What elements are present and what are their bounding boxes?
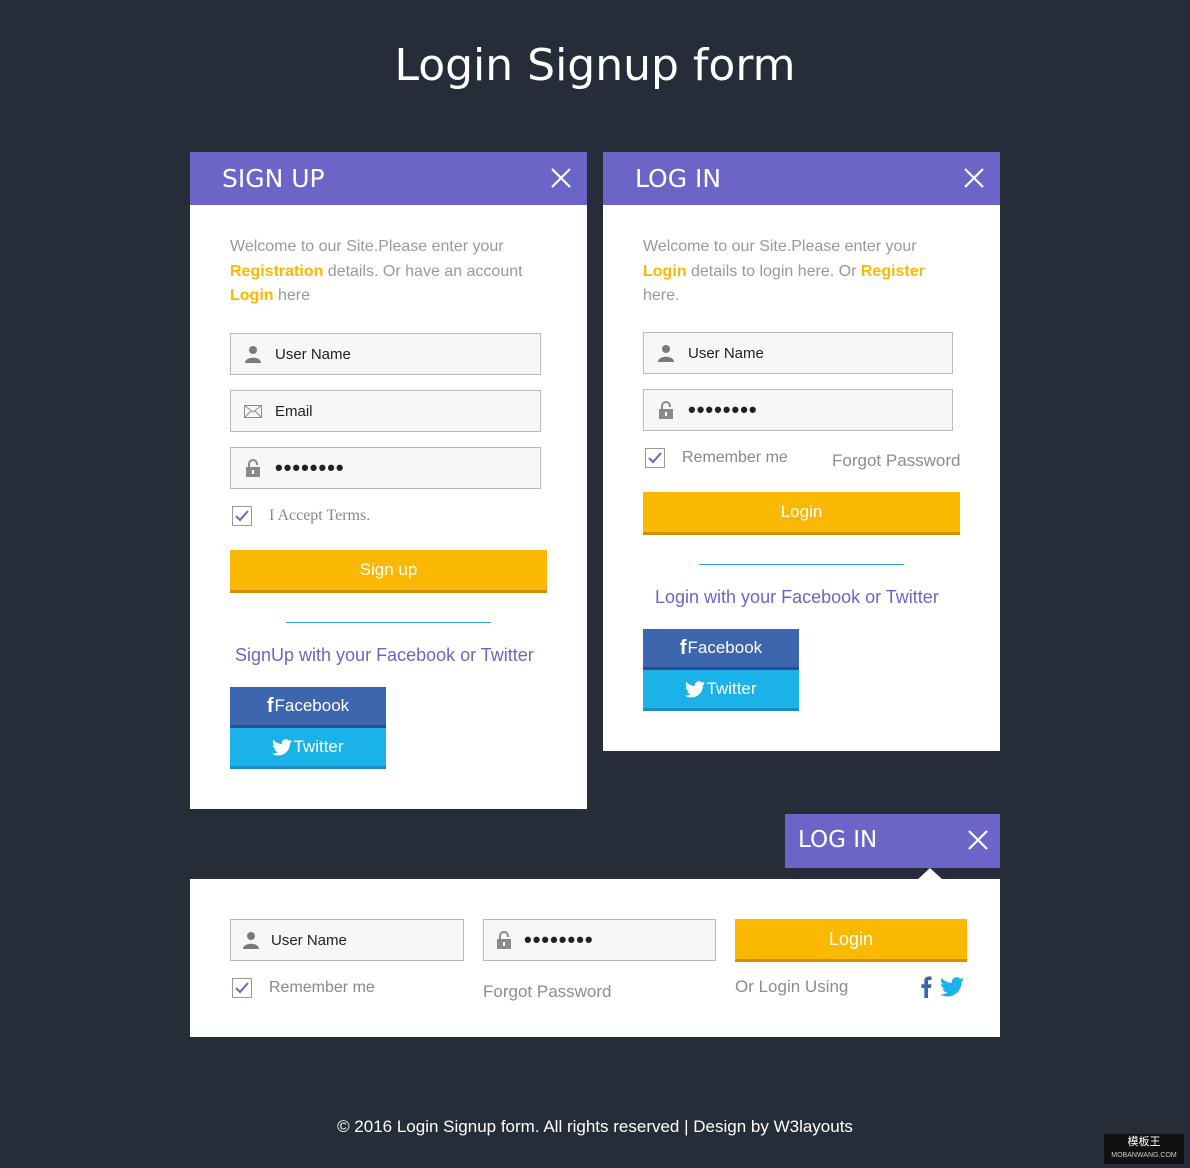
login-link[interactable]: Login bbox=[230, 287, 274, 304]
facebook-icon[interactable] bbox=[920, 976, 932, 998]
user-icon bbox=[231, 920, 271, 960]
signup-title: SIGN UP bbox=[222, 164, 325, 193]
forgot-password-link[interactable]: Forgot Password bbox=[832, 451, 961, 471]
password-input[interactable] bbox=[275, 449, 525, 487]
signup-header: SIGN UP bbox=[190, 152, 587, 205]
intro-text: here. bbox=[643, 287, 680, 304]
signup-social-text: SignUp with your Facebook or Twitter bbox=[235, 645, 534, 665]
watermark-line1: 模板王 bbox=[1127, 1136, 1161, 1148]
facebook-button[interactable]: f Facebook bbox=[643, 629, 799, 670]
login-button[interactable]: Login bbox=[643, 492, 960, 535]
inline-username-field bbox=[230, 919, 464, 961]
envelope-icon bbox=[231, 391, 275, 431]
twitter-button[interactable]: Twitter bbox=[230, 728, 386, 769]
close-icon[interactable] bbox=[549, 166, 573, 190]
twitter-button[interactable]: Twitter bbox=[643, 670, 799, 711]
remember-label: Remember me bbox=[269, 979, 375, 996]
user-icon bbox=[231, 334, 275, 374]
twitter-label: Twitter bbox=[293, 737, 344, 756]
login-link[interactable]: Login bbox=[643, 263, 687, 280]
password-input[interactable] bbox=[524, 921, 704, 959]
twitter-label: Twitter bbox=[706, 679, 757, 698]
register-link[interactable]: Register bbox=[861, 263, 925, 280]
facebook-icon: f bbox=[266, 694, 274, 717]
login-panel: LOG IN Welcome to our Site.Please enter … bbox=[603, 152, 1000, 751]
lock-icon bbox=[644, 390, 688, 430]
page-title: Login Signup form bbox=[394, 40, 796, 91]
remember-checkbox[interactable] bbox=[645, 448, 665, 468]
signup-button[interactable]: Sign up bbox=[230, 550, 547, 593]
forgot-password-link[interactable]: Forgot Password bbox=[483, 982, 612, 1002]
lock-icon bbox=[231, 448, 275, 488]
intro-text: details to login here. Or bbox=[686, 262, 861, 280]
remember-label: Remember me bbox=[682, 449, 788, 466]
close-icon[interactable] bbox=[962, 166, 986, 190]
twitter-icon bbox=[272, 738, 293, 755]
remember-checkbox[interactable] bbox=[232, 978, 252, 998]
signup-email-field bbox=[230, 390, 541, 432]
terms-label: I Accept Terms. bbox=[269, 507, 371, 524]
divider bbox=[699, 564, 904, 565]
divider bbox=[286, 622, 491, 623]
facebook-label: Facebook bbox=[274, 696, 350, 715]
username-input[interactable] bbox=[688, 334, 938, 372]
watermark-logo: 模板王 MOBANWANG.COM bbox=[1104, 1134, 1184, 1164]
inline-login-title: LOG IN bbox=[798, 827, 878, 853]
login-header: LOG IN bbox=[603, 152, 1000, 205]
check-icon bbox=[235, 510, 249, 522]
registration-link[interactable]: Registration bbox=[230, 263, 323, 280]
inline-login-header: LOG IN bbox=[785, 814, 1000, 868]
check-icon bbox=[648, 452, 662, 464]
login-password-field bbox=[643, 389, 953, 431]
inline-login-panel: Login Remember me Forgot Password Or Log… bbox=[190, 879, 1000, 1037]
login-intro: Welcome to our Site.Please enter your Lo… bbox=[643, 235, 963, 309]
inline-password-field bbox=[483, 919, 716, 961]
inline-remember-row: Remember me bbox=[232, 978, 375, 998]
watermark-line2: MOBANWANG.COM bbox=[1111, 1152, 1177, 1159]
facebook-icon: f bbox=[679, 636, 687, 659]
social-icons bbox=[920, 976, 964, 998]
terms-checkbox[interactable] bbox=[232, 506, 252, 526]
intro-text: Welcome to our Site.Please enter your bbox=[643, 238, 917, 255]
remember-row: Remember me bbox=[645, 448, 788, 468]
login-title: LOG IN bbox=[635, 164, 722, 193]
lock-icon bbox=[484, 920, 524, 960]
facebook-button[interactable]: f Facebook bbox=[230, 687, 386, 728]
email-input[interactable] bbox=[275, 392, 525, 430]
twitter-icon[interactable] bbox=[940, 977, 964, 997]
intro-text: details. Or have an account bbox=[323, 262, 523, 280]
password-input[interactable] bbox=[688, 391, 938, 429]
signup-password-field bbox=[230, 447, 541, 489]
user-icon bbox=[644, 333, 688, 373]
username-input[interactable] bbox=[275, 335, 525, 373]
inline-login-button[interactable]: Login bbox=[735, 919, 967, 962]
username-input[interactable] bbox=[271, 921, 451, 959]
signup-panel: SIGN UP Welcome to our Site.Please enter… bbox=[190, 152, 587, 809]
signup-intro: Welcome to our Site.Please enter your Re… bbox=[230, 235, 560, 309]
login-social-text: Login with your Facebook or Twitter bbox=[655, 587, 939, 607]
signup-username-field bbox=[230, 333, 541, 375]
intro-text: here bbox=[273, 287, 311, 304]
check-icon bbox=[235, 982, 249, 994]
twitter-icon bbox=[685, 680, 706, 697]
or-login-using-text: Or Login Using bbox=[735, 977, 849, 996]
facebook-label: Facebook bbox=[687, 638, 763, 657]
intro-text: Welcome to our Site.Please enter your bbox=[230, 238, 504, 255]
footer: © 2016 Login Signup form. All rights res… bbox=[337, 1117, 853, 1136]
close-icon[interactable] bbox=[966, 828, 990, 852]
login-username-field bbox=[643, 332, 953, 374]
terms-row: I Accept Terms. bbox=[232, 506, 370, 526]
